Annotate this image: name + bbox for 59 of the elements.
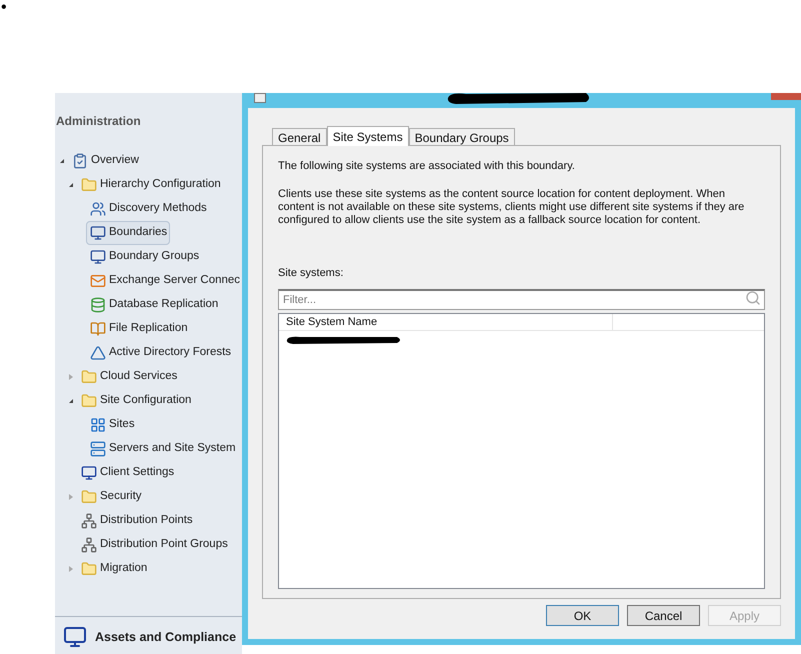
pane-title: Administration [56, 113, 141, 130]
workspace-button[interactable]: Assets and Compliance [95, 628, 236, 646]
network-icon [81, 537, 97, 553]
tree-item[interactable]: Site Configuration [77, 389, 194, 413]
tree-item[interactable]: Exchange Server Connec [86, 269, 242, 293]
tree-item[interactable]: Cloud Services [77, 365, 180, 389]
bullet: • [1, 0, 7, 18]
screen-icon [90, 225, 106, 241]
tree-item[interactable]: Database Replication [86, 293, 222, 317]
expanded-arrow-icon[interactable] [69, 399, 73, 403]
folder-icon [81, 177, 97, 193]
book-icon [90, 321, 106, 337]
tab[interactable]: General [272, 128, 327, 145]
triangle-icon [90, 345, 106, 361]
tree-item[interactable]: Boundary Groups [86, 245, 202, 269]
tree-item[interactable]: Client Settings [77, 461, 178, 485]
search-icon [745, 290, 761, 306]
folder-icon [81, 561, 97, 577]
list-label: Site systems: [278, 266, 344, 280]
screen-icon [90, 249, 106, 265]
tree-item[interactable]: Boundaries [86, 221, 170, 245]
close-button[interactable] [771, 93, 801, 100]
tree-item[interactable]: Servers and Site System [86, 437, 239, 461]
collapsed-arrow-icon[interactable] [69, 374, 73, 380]
folder-icon [81, 369, 97, 385]
database-icon [90, 297, 106, 313]
expanded-arrow-icon[interactable] [69, 183, 73, 187]
tree-item[interactable]: Active Directory Forests [86, 341, 234, 365]
window-icon [254, 93, 266, 103]
column-header[interactable]: Site System Name [279, 314, 613, 330]
folder-icon [81, 489, 97, 505]
collapsed-arrow-icon[interactable] [69, 494, 73, 500]
collapsed-arrow-icon[interactable] [69, 566, 73, 572]
computer-icon [63, 625, 87, 649]
server-icon [90, 441, 106, 457]
dialog-button[interactable]: OK [546, 605, 619, 626]
monitor-icon [81, 465, 97, 481]
tree-item[interactable]: Migration [77, 557, 150, 581]
people-icon [90, 201, 106, 217]
network-icon [81, 513, 97, 529]
tree-item[interactable]: Discovery Methods [86, 197, 210, 221]
tree-item[interactable]: Distribution Points [77, 509, 196, 533]
tab[interactable]: Boundary Groups [408, 128, 515, 145]
tab[interactable]: Site Systems [326, 126, 409, 146]
tree-item[interactable]: Distribution Point Groups [77, 533, 231, 557]
folder-icon [81, 393, 97, 409]
description-text: Clients use these site systems as the content source location for content deployment. When content is not available on these site systems, clients might use different site systems if they are configured to allow clients use the site system as a fallback source location for content. [278, 188, 746, 226]
tree-item[interactable]: Hierarchy Configuration [77, 173, 224, 197]
filter-field[interactable]: Filter... [278, 289, 765, 310]
grid-icon [90, 417, 106, 433]
tree-item[interactable]: Security [77, 485, 145, 509]
dialog-button[interactable]: Cancel [627, 605, 700, 626]
tree-item[interactable]: Overview [68, 149, 142, 173]
clipboard-icon [72, 153, 88, 169]
mail-icon [90, 273, 106, 289]
expanded-arrow-icon[interactable] [60, 159, 64, 163]
tree-item[interactable]: File Replication [86, 317, 191, 341]
tree-item[interactable]: Sites [86, 413, 138, 437]
intro-text: The following site systems are associated with this boundary. [278, 159, 576, 174]
